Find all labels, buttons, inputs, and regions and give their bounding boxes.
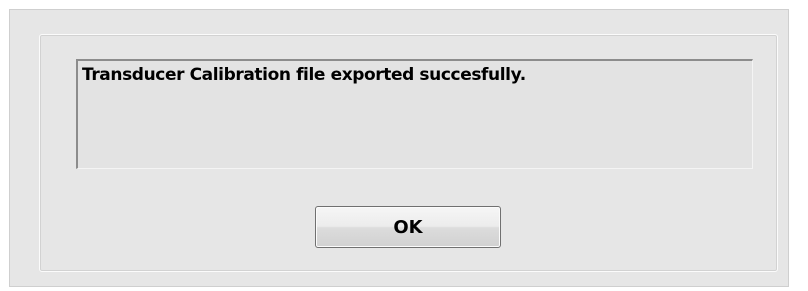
message-text: Transducer Calibration file exported suc… (82, 65, 526, 85)
ok-button[interactable]: OK (315, 206, 501, 248)
message-box: Transducer Calibration file exported suc… (76, 59, 753, 169)
dialog-panel: Transducer Calibration file exported suc… (39, 34, 778, 272)
message-dialog: Transducer Calibration file exported suc… (9, 9, 789, 287)
